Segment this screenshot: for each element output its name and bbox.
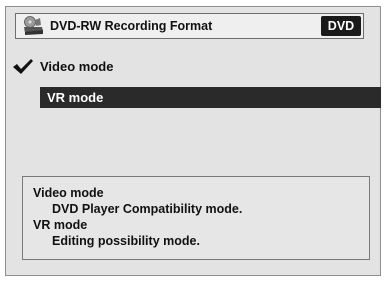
info-line-vr-title: VR mode — [33, 218, 88, 232]
option-vr-mode[interactable]: VR mode — [40, 87, 381, 108]
info-box: Video mode DVD Player Compatibility mode… — [22, 176, 370, 260]
page-title: DVD-RW Recording Format — [50, 19, 213, 33]
dvd-badge: DVD — [321, 16, 361, 36]
title-bar: DVD-RW Recording Format DVD — [15, 13, 364, 39]
option-video-mode[interactable]: Video mode — [40, 56, 113, 78]
info-line-video-desc: DVD Player Compatibility mode. — [52, 202, 243, 216]
info-line-vr-desc: Editing possibility mode. — [52, 234, 200, 248]
checkmark-icon — [13, 59, 33, 74]
dvd-recorder-icon — [24, 16, 43, 35]
info-line-video-title: Video mode — [33, 186, 104, 200]
